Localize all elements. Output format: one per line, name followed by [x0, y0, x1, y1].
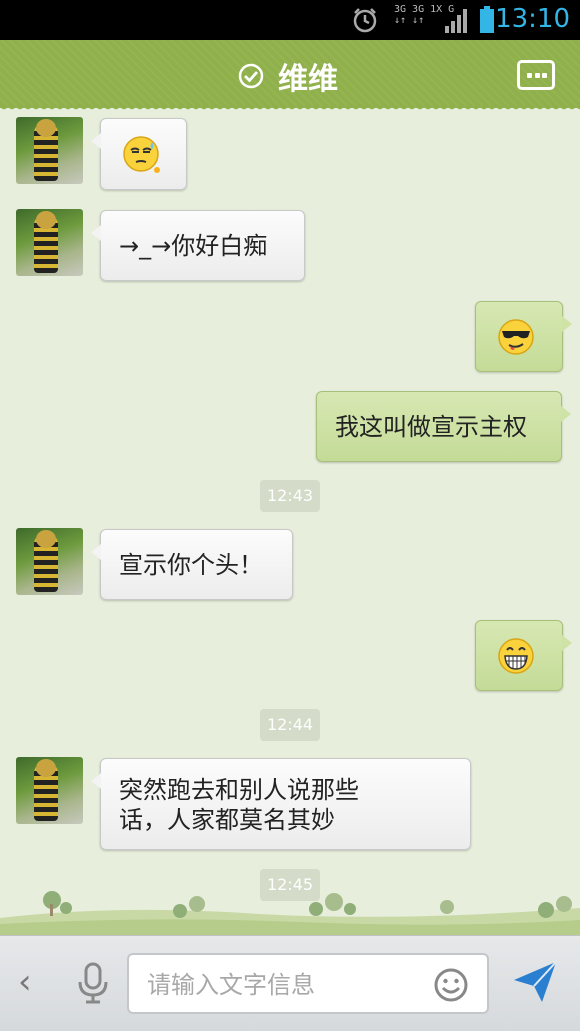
verified-check-icon — [238, 63, 264, 89]
signal-icon — [445, 9, 467, 33]
contact-avatar[interactable] — [16, 528, 83, 595]
message-bubble-incoming[interactable]: 突然跑去和别人说那些 话，人家都莫名其妙 — [91, 758, 471, 850]
message-bubble-incoming[interactable]: 宣示你个头！ — [91, 529, 293, 600]
message-bubble-incoming[interactable] — [91, 118, 187, 190]
grin-face-emoji-icon — [498, 638, 534, 674]
contact-name: 维维 — [278, 62, 338, 97]
message-timestamp: 12:43 — [260, 480, 320, 512]
message-bubble-outgoing[interactable]: 我这叫做宣示主权 — [316, 391, 571, 462]
chat-message-list[interactable]: →_→你好白痴 我这叫做宣示主权 12:43 宣示你个头！ 12:44 突然跑去… — [0, 110, 580, 935]
status-time: 13:10 — [495, 4, 570, 34]
message-text-line: 话，人家都莫名其妙 — [119, 806, 335, 834]
message-text: 宣示你个头！ — [119, 551, 263, 579]
contact-avatar[interactable] — [16, 209, 83, 276]
alarm-icon — [353, 8, 377, 33]
message-timestamp: 12:44 — [260, 709, 320, 741]
status-bar: 3G 3G 1X G ↓↑ ↓↑ 13:10 — [0, 0, 580, 40]
chat-header: 维维 — [0, 40, 580, 112]
contact-avatar[interactable] — [16, 117, 83, 184]
message-text: 我这叫做宣示主权 — [335, 413, 527, 441]
message-input[interactable] — [147, 967, 417, 1003]
sweat-face-emoji-icon — [123, 136, 160, 173]
contact-avatar[interactable] — [16, 757, 83, 824]
message-text-line: 突然跑去和别人说那些 — [119, 776, 359, 804]
emoji-smile-icon[interactable] — [433, 967, 469, 1003]
message-bubble-outgoing[interactable] — [475, 301, 572, 372]
message-input-bar: ‹ — [0, 935, 580, 1031]
cool-sunglasses-emoji-icon — [498, 319, 534, 355]
battery-icon — [480, 6, 494, 33]
message-input-field-container[interactable] — [127, 953, 489, 1014]
landscape-decoration — [0, 891, 580, 935]
message-bubble-incoming[interactable]: →_→你好白痴 — [91, 210, 305, 281]
back-chevron-icon[interactable]: ‹ — [18, 962, 32, 1002]
microphone-icon[interactable] — [76, 962, 110, 1004]
message-bubble-outgoing[interactable] — [475, 620, 572, 691]
more-options-icon[interactable] — [517, 60, 555, 90]
message-text: →_→你好白痴 — [119, 232, 268, 260]
send-icon[interactable] — [512, 960, 558, 1004]
